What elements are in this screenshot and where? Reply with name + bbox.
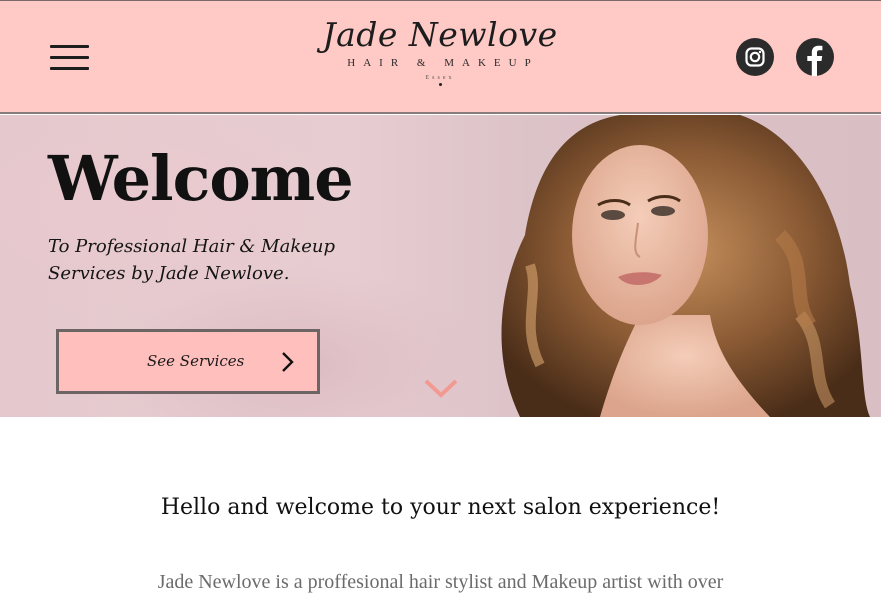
intro-text: Jade Newlove is a proffesional hair styl… <box>157 571 724 593</box>
instagram-icon[interactable] <box>736 38 774 76</box>
hero-section: Welcome To Professional Hair & Makeup Se… <box>0 115 881 417</box>
intro-heading: Hello and welcome to your next salon exp… <box>160 495 721 520</box>
facebook-icon[interactable] <box>796 38 834 76</box>
site-header: Jade Newlove HAIR & MAKEUP Essex <box>0 0 881 114</box>
hero-subtitle: To Professional Hair & Makeup Services b… <box>48 236 335 284</box>
menu-line <box>50 56 89 59</box>
chevron-right-icon <box>282 352 294 372</box>
menu-line <box>50 45 89 48</box>
hamburger-menu-icon[interactable] <box>50 45 89 72</box>
menu-line <box>50 67 89 70</box>
logo-dot <box>438 83 442 86</box>
see-services-label: See Services <box>147 352 245 370</box>
chevron-down-icon[interactable] <box>424 379 458 399</box>
hero-title: Welcome <box>48 142 354 215</box>
see-services-button[interactable]: See Services <box>56 329 320 394</box>
logo-name: Jade Newlove <box>322 15 558 54</box>
site-logo[interactable]: Jade Newlove HAIR & MAKEUP Essex <box>310 13 570 103</box>
hero-photo <box>501 115 870 417</box>
logo-location: Essex <box>425 75 455 81</box>
logo-tagline: HAIR & MAKEUP <box>347 57 539 69</box>
